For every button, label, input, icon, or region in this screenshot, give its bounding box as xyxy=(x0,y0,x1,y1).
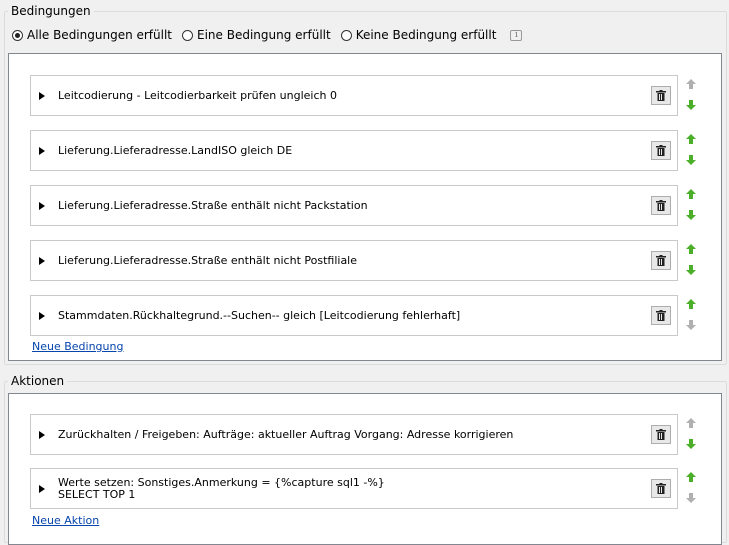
arrow-up-icon xyxy=(686,243,696,257)
row-label: Lieferung.Lieferadresse.Straße enthält n… xyxy=(58,253,358,267)
row-label: Lieferung.Lieferadresse.LandISO gleich D… xyxy=(58,143,293,157)
delete-button[interactable] xyxy=(651,85,671,105)
row-label: Werte setzen: Sonstiges.Anmerkung = {%ca… xyxy=(58,475,385,501)
expand-triangle-icon[interactable] xyxy=(39,484,45,493)
radio-label: Eine Bedingung erfüllt xyxy=(197,28,331,42)
condition-row[interactable]: Lieferung.Lieferadresse.Straße enthält n… xyxy=(30,240,678,281)
delete-button[interactable] xyxy=(651,424,671,444)
conditions-group-title: Bedingungen xyxy=(8,4,94,18)
trash-icon xyxy=(656,482,666,494)
condition-mode-radios: Alle Bedingungen erfüllt Eine Bedingung … xyxy=(12,27,523,43)
expand-triangle-icon[interactable] xyxy=(39,201,45,210)
delete-button[interactable] xyxy=(651,478,671,498)
move-down-button[interactable] xyxy=(686,319,696,330)
condition-row[interactable]: Lieferung.Lieferadresse.LandISO gleich D… xyxy=(30,130,678,171)
trash-icon xyxy=(656,89,666,101)
arrow-down-icon xyxy=(686,154,696,168)
action-row[interactable]: Zurückhalten / Freigeben: Aufträge: aktu… xyxy=(30,414,678,455)
radio-indicator[interactable] xyxy=(340,29,352,41)
arrow-up-icon xyxy=(686,298,696,312)
move-up-button[interactable] xyxy=(686,417,696,428)
trash-icon xyxy=(656,199,666,211)
row-label: Leitcodierung - Leitcodierbarkeit prüfen… xyxy=(58,88,338,102)
arrow-down-icon xyxy=(686,319,696,333)
move-up-button[interactable] xyxy=(686,78,696,89)
arrow-down-icon xyxy=(686,492,696,506)
delete-button[interactable] xyxy=(651,195,671,215)
radio-one-condition[interactable]: Eine Bedingung erfüllt xyxy=(182,28,331,42)
condition-row[interactable]: Stammdaten.Rückhaltegrund.--Suchen-- gle… xyxy=(30,295,678,336)
expand-triangle-icon[interactable] xyxy=(39,311,45,320)
arrow-up-icon xyxy=(686,78,696,92)
radio-label: Alle Bedingungen erfüllt xyxy=(27,28,173,42)
move-down-button[interactable] xyxy=(686,492,696,503)
delete-button[interactable] xyxy=(651,250,671,270)
delete-button[interactable] xyxy=(651,140,671,160)
move-down-button[interactable] xyxy=(686,99,696,110)
radio-indicator[interactable] xyxy=(182,29,194,41)
radio-label: Keine Bedingung erfüllt xyxy=(355,28,497,42)
trash-icon xyxy=(656,309,666,321)
actions-group-title: Aktionen xyxy=(8,374,68,388)
trash-icon xyxy=(656,144,666,156)
move-down-button[interactable] xyxy=(686,154,696,165)
trash-icon xyxy=(656,254,666,266)
move-up-button[interactable] xyxy=(686,133,696,144)
move-down-button[interactable] xyxy=(686,209,696,220)
move-up-button[interactable] xyxy=(686,471,696,482)
arrow-up-icon xyxy=(686,133,696,147)
condition-row[interactable]: Leitcodierung - Leitcodierbarkeit prüfen… xyxy=(30,75,678,116)
arrow-up-icon xyxy=(686,471,696,485)
radio-no-condition[interactable]: Keine Bedingung erfüllt xyxy=(340,28,497,42)
expand-triangle-icon[interactable] xyxy=(39,146,45,155)
arrow-down-icon xyxy=(686,99,696,113)
delete-button[interactable] xyxy=(651,305,671,325)
radio-indicator[interactable] xyxy=(12,29,23,41)
row-label: Zurückhalten / Freigeben: Aufträge: aktu… xyxy=(58,427,514,441)
expand-triangle-icon[interactable] xyxy=(39,430,45,439)
move-up-button[interactable] xyxy=(686,243,696,254)
move-up-button[interactable] xyxy=(686,298,696,309)
expand-triangle-icon[interactable] xyxy=(39,91,45,100)
row-label: Lieferung.Lieferadresse.Straße enthält n… xyxy=(58,198,368,212)
trash-icon xyxy=(656,428,666,440)
radio-all-conditions[interactable]: Alle Bedingungen erfüllt xyxy=(12,28,172,42)
arrow-down-icon xyxy=(686,438,696,452)
new-condition-link[interactable]: Neue Bedingung xyxy=(32,340,123,353)
arrow-up-icon xyxy=(686,417,696,431)
new-action-link[interactable]: Neue Aktion xyxy=(32,514,99,527)
move-down-button[interactable] xyxy=(686,438,696,449)
move-up-button[interactable] xyxy=(686,188,696,199)
info-icon[interactable]: i xyxy=(510,29,523,41)
row-label: Stammdaten.Rückhaltegrund.--Suchen-- gle… xyxy=(58,308,461,322)
move-down-button[interactable] xyxy=(686,264,696,275)
arrow-down-icon xyxy=(686,264,696,278)
condition-row[interactable]: Lieferung.Lieferadresse.Straße enthält n… xyxy=(30,185,678,226)
expand-triangle-icon[interactable] xyxy=(39,256,45,265)
action-row[interactable]: Werte setzen: Sonstiges.Anmerkung = {%ca… xyxy=(30,468,678,509)
arrow-up-icon xyxy=(686,188,696,202)
arrow-down-icon xyxy=(686,209,696,223)
